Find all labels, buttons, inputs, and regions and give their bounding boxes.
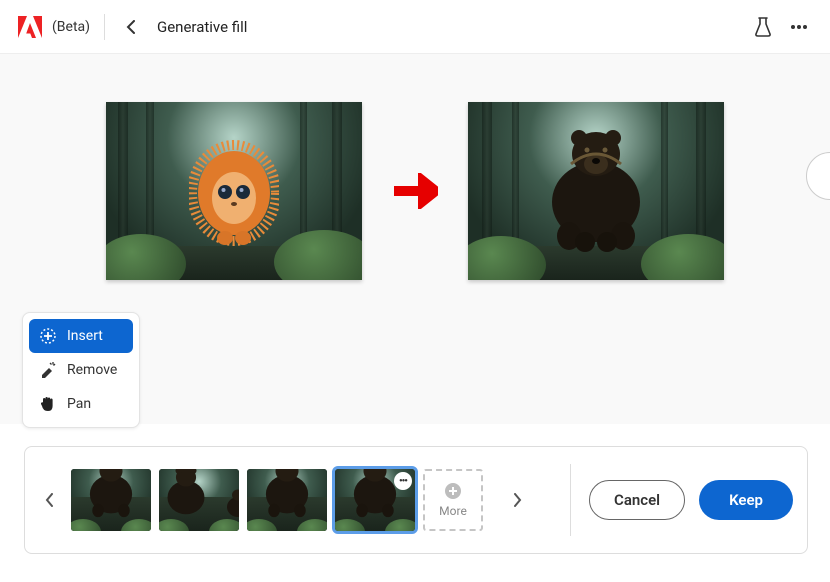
plus-icon bbox=[444, 482, 462, 500]
tool-pan[interactable]: Pan bbox=[29, 387, 133, 421]
beaker-icon[interactable] bbox=[750, 14, 776, 40]
insert-icon bbox=[39, 327, 57, 345]
adobe-logo bbox=[18, 15, 42, 39]
pan-icon bbox=[39, 395, 57, 413]
thumbnail-menu-icon[interactable]: ••• bbox=[394, 472, 412, 490]
generate-more-button[interactable]: More bbox=[423, 469, 483, 531]
remove-icon bbox=[39, 361, 57, 379]
more-label: More bbox=[439, 504, 467, 518]
before-image bbox=[106, 102, 362, 280]
page-title: Generative fill bbox=[157, 18, 247, 36]
beta-label: (Beta) bbox=[52, 19, 90, 35]
tool-label: Pan bbox=[67, 396, 91, 412]
before-subject bbox=[189, 138, 279, 252]
prev-button[interactable] bbox=[39, 490, 59, 510]
thumbnail-4[interactable]: ••• bbox=[335, 469, 415, 531]
tool-insert[interactable]: Insert bbox=[29, 319, 133, 353]
comparison-row bbox=[0, 54, 830, 280]
thumbnail-strip: ••• More bbox=[71, 469, 483, 531]
keep-button[interactable]: Keep bbox=[699, 480, 793, 520]
next-button[interactable] bbox=[507, 490, 527, 510]
after-subject bbox=[531, 124, 661, 258]
divider bbox=[570, 464, 571, 536]
divider bbox=[104, 14, 105, 40]
main-canvas: Insert Remove Pan bbox=[0, 54, 830, 424]
thumbnail-3[interactable] bbox=[247, 469, 327, 531]
back-button[interactable] bbox=[119, 15, 143, 39]
tool-panel: Insert Remove Pan bbox=[22, 312, 140, 428]
tool-label: Insert bbox=[67, 328, 103, 344]
thumbnail-2[interactable] bbox=[159, 469, 239, 531]
after-image bbox=[468, 102, 724, 280]
cancel-button[interactable]: Cancel bbox=[589, 480, 685, 520]
more-menu-icon[interactable] bbox=[786, 14, 812, 40]
tool-label: Remove bbox=[67, 362, 117, 378]
thumbnail-1[interactable] bbox=[71, 469, 151, 531]
tool-remove[interactable]: Remove bbox=[29, 353, 133, 387]
arrow-icon bbox=[392, 173, 438, 209]
header: (Beta) Generative fill bbox=[0, 0, 830, 54]
results-bar: ••• More Cancel Keep bbox=[24, 446, 808, 554]
